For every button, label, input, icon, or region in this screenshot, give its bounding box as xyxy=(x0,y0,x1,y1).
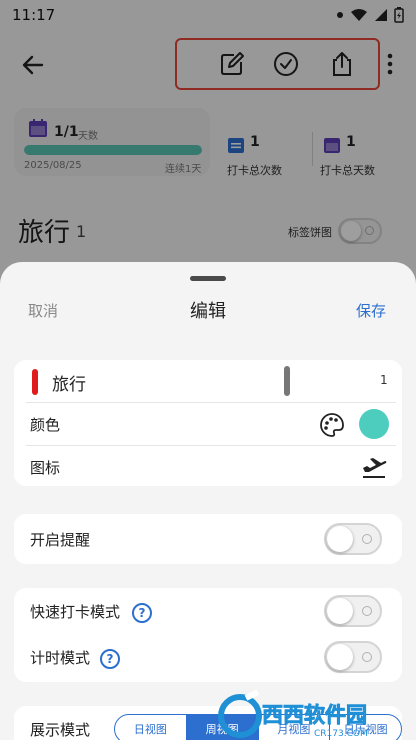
icon-row[interactable]: 图标 xyxy=(14,446,402,488)
display-mode-day[interactable]: 日视图 xyxy=(115,715,187,740)
input-scroll-handle[interactable] xyxy=(284,366,290,396)
color-label: 颜色 xyxy=(30,416,61,434)
reminder-card: 开启提醒 xyxy=(14,514,402,564)
airplane-takeoff-icon[interactable] xyxy=(360,456,388,480)
reminder-label: 开启提醒 xyxy=(30,531,91,549)
edit-sheet: 取消 编辑 保存 1 颜色 图标 xyxy=(0,262,416,740)
tag-color-marker xyxy=(32,369,38,395)
watermark-text: 西西软件园 xyxy=(262,703,367,727)
quick-mode-row: 快速打卡模式 ? xyxy=(14,590,402,632)
quick-mode-help-icon[interactable]: ? xyxy=(132,603,152,623)
timer-mode-label: 计时模式 xyxy=(30,649,91,667)
toggle-knob xyxy=(327,598,353,624)
selected-color-swatch[interactable] xyxy=(359,409,389,439)
quick-mode-label: 快速打卡模式 xyxy=(30,603,121,621)
drag-handle[interactable] xyxy=(190,276,226,281)
timer-mode-toggle[interactable] xyxy=(324,641,382,673)
timer-mode-row: 计时模式 ? xyxy=(14,636,402,678)
toggle-ring xyxy=(362,606,372,616)
habit-name-input[interactable] xyxy=(52,368,272,396)
display-mode-label: 展示模式 xyxy=(30,721,91,739)
icon-label: 图标 xyxy=(30,459,61,477)
timer-mode-help-icon[interactable]: ? xyxy=(100,649,120,669)
name-row: 1 xyxy=(14,360,402,402)
reminder-toggle[interactable] xyxy=(324,523,382,555)
basic-info-card: 1 颜色 图标 xyxy=(14,360,402,486)
save-button[interactable]: 保存 xyxy=(356,300,386,321)
modes-card: 快速打卡模式 ? 计时模式 ? xyxy=(14,588,402,682)
watermark-sub: CR173.COM xyxy=(314,729,368,739)
quick-mode-toggle[interactable] xyxy=(324,595,382,627)
toggle-ring xyxy=(362,652,372,662)
name-char-count: 1 xyxy=(380,373,388,387)
toggle-knob xyxy=(327,526,353,552)
reminder-row: 开启提醒 xyxy=(14,518,402,560)
toggle-knob xyxy=(327,644,353,670)
cancel-button[interactable]: 取消 xyxy=(28,300,58,321)
color-row[interactable]: 颜色 xyxy=(14,403,402,445)
watermark-logo: 西西软件园 CR173.COM xyxy=(218,689,368,739)
sheet-title: 编辑 xyxy=(190,301,226,322)
toggle-ring xyxy=(362,534,372,544)
palette-icon[interactable] xyxy=(319,412,345,438)
